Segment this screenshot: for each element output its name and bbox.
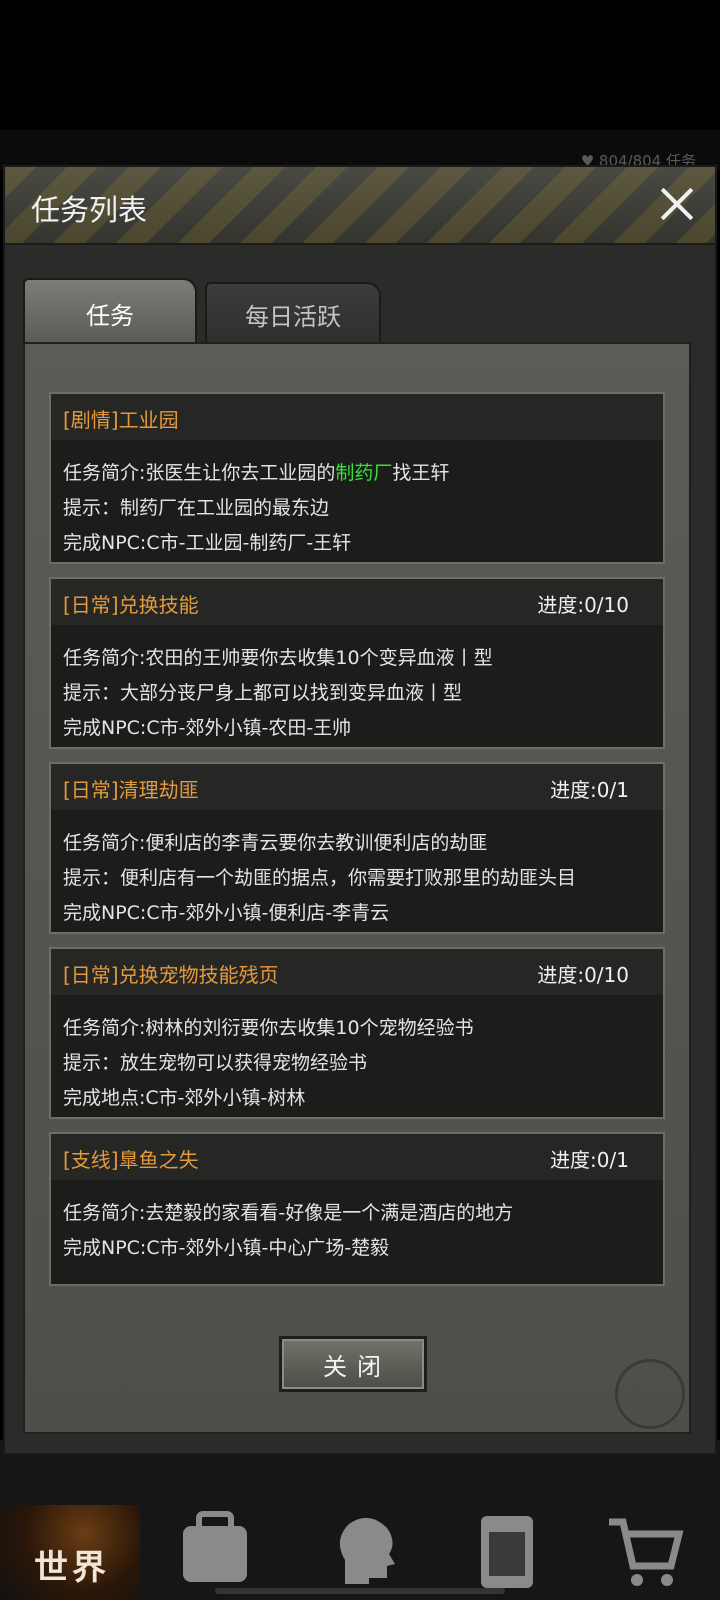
phone-icon[interactable] [462, 1505, 552, 1595]
quest-hint: 提示：大部分丧尸身上都可以找到变异血液丨型 [63, 682, 463, 704]
quest-target: 完成NPC:C市-郊外小镇-便利店-李青云 [63, 902, 390, 924]
quest-card-header: [剧情]工业园 [51, 394, 663, 440]
quest-progress: 进度:0/10 [537, 963, 629, 987]
quest-progress: 进度:0/10 [537, 593, 629, 617]
quest-panel: [剧情]工业园 任务简介:张医生让你去工业园的制药厂找王轩 提示：制药厂在工业园… [23, 342, 691, 1434]
quest-title: [支线]臯鱼之失 [63, 1148, 199, 1172]
quest-list-dialog: 任务列表 任务 每日活跃 [剧情]工业园 任务简介:张医生让你去工业园的制药厂找… [3, 165, 717, 1455]
radiation-icon [615, 1359, 685, 1429]
home-indicator [215, 1588, 505, 1594]
quest-title: [日常]兑换技能 [63, 593, 199, 617]
quest-hint: 提示：便利店有一个劫匪的据点，你需要打败那里的劫匪头目 [63, 867, 577, 889]
quest-progress: 进度:0/1 [550, 1148, 629, 1172]
tab-quests[interactable]: 任务 [23, 278, 197, 346]
quest-card-header: [日常]兑换技能 进度:0/10 [51, 579, 663, 625]
cart-icon[interactable] [600, 1505, 690, 1595]
backpack-icon[interactable] [170, 1505, 260, 1595]
quest-hint: 提示：制药厂在工业园的最东边 [63, 497, 330, 519]
quest-description: 任务简介:去楚毅的家看看-好像是一个满是酒店的地方 [63, 1202, 514, 1224]
tab-daily-activity[interactable]: 每日活跃 [205, 282, 381, 344]
dialog-header: 任务列表 [5, 167, 715, 245]
quest-card-header: [支线]臯鱼之失 进度:0/1 [51, 1134, 663, 1180]
close-button[interactable]: 关闭 [279, 1336, 427, 1392]
quest-target: 完成NPC:C市-郊外小镇-中心广场-楚毅 [63, 1237, 390, 1259]
quest-title: [日常]清理劫匪 [63, 778, 199, 802]
quest-target: 完成地点:C市-郊外小镇-树林 [63, 1087, 306, 1109]
quest-card[interactable]: [剧情]工业园 任务简介:张医生让你去工业园的制药厂找王轩 提示：制药厂在工业园… [49, 392, 665, 564]
quest-card-header: [日常]兑换宠物技能残页 进度:0/10 [51, 949, 663, 995]
quest-title: [日常]兑换宠物技能残页 [63, 963, 279, 987]
quest-description: 任务简介:便利店的李青云要你去教训便利店的劫匪 [63, 832, 488, 854]
quest-description: 任务简介:张医生让你去工业园的制药厂找王轩 [63, 462, 450, 484]
nav-world-label: 世界 [34, 1548, 110, 1588]
quest-card-header: [日常]清理劫匪 进度:0/1 [51, 764, 663, 810]
quest-card[interactable]: [支线]臯鱼之失 进度:0/1 任务简介:去楚毅的家看看-好像是一个满是酒店的地… [49, 1132, 665, 1286]
quest-card[interactable]: [日常]兑换技能 进度:0/10 任务简介:农田的王帅要你去收集10个变异血液丨… [49, 577, 665, 749]
close-icon[interactable] [653, 179, 703, 229]
head-icon[interactable] [320, 1505, 410, 1595]
quest-card[interactable]: [日常]清理劫匪 进度:0/1 任务简介:便利店的李青云要你去教训便利店的劫匪 … [49, 762, 665, 934]
quest-description: 任务简介:树林的刘衍要你去收集10个宠物经验书 [63, 1017, 474, 1039]
quest-progress: 进度:0/1 [550, 778, 629, 802]
quest-highlight-location: 制药厂 [335, 462, 393, 484]
quest-target: 完成NPC:C市-工业园-制药厂-王轩 [63, 532, 352, 554]
quest-target: 完成NPC:C市-郊外小镇-农田-王帅 [63, 717, 352, 739]
quest-title: [剧情]工业园 [63, 408, 179, 432]
quest-description: 任务简介:农田的王帅要你去收集10个变异血液丨型 [63, 647, 493, 669]
quest-card[interactable]: [日常]兑换宠物技能残页 进度:0/10 任务简介:树林的刘衍要你去收集10个宠… [49, 947, 665, 1119]
quest-hint: 提示：放生宠物可以获得宠物经验书 [63, 1052, 368, 1074]
dialog-title: 任务列表 [31, 193, 148, 227]
